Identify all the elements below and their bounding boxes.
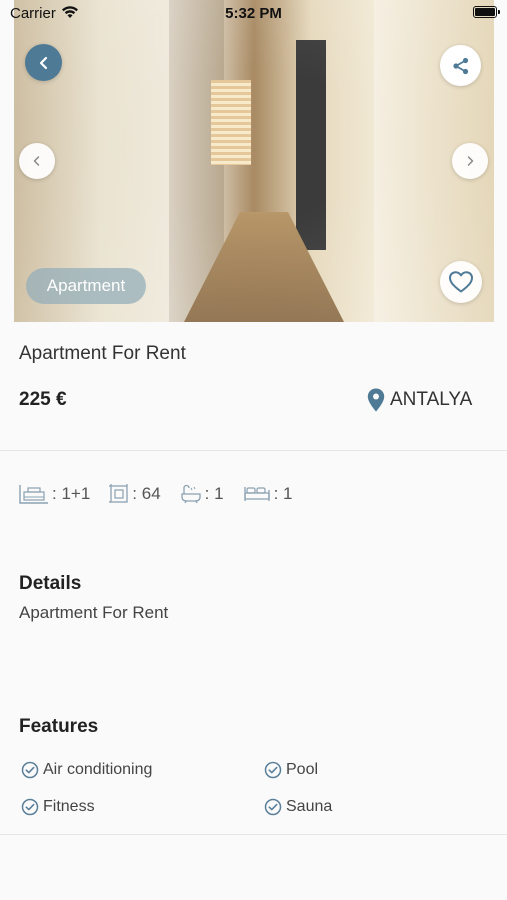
chevron-right-icon bbox=[467, 156, 474, 166]
spec-bedrooms-value: : 1 bbox=[273, 484, 293, 503]
spec-rooms: : 1+1 bbox=[19, 484, 90, 504]
bed-icon bbox=[243, 487, 270, 501]
check-circle-icon bbox=[264, 798, 282, 816]
feature-label: Fitness bbox=[43, 798, 95, 815]
features-heading: Features bbox=[19, 716, 99, 737]
divider bbox=[0, 450, 507, 451]
check-circle-icon bbox=[21, 798, 39, 816]
next-photo-button[interactable] bbox=[452, 143, 488, 179]
battery-icon bbox=[473, 6, 500, 18]
details-heading: Details bbox=[19, 573, 82, 594]
share-icon bbox=[452, 57, 468, 74]
details-text: Apartment For Rent bbox=[19, 603, 169, 622]
feature-label: Sauna bbox=[286, 798, 333, 815]
listing-price: 225 € bbox=[19, 389, 67, 410]
bathtub-icon bbox=[181, 484, 201, 504]
listing-title: Apartment For Rent bbox=[19, 343, 186, 364]
spec-bathrooms: : 1 bbox=[180, 484, 224, 504]
specs-row: : 1+1 : 64 : 1 : 1 bbox=[19, 484, 311, 504]
room-layout-icon bbox=[19, 485, 48, 504]
divider bbox=[0, 834, 507, 835]
feature-item: Fitness bbox=[21, 798, 95, 816]
previous-photo-button[interactable] bbox=[19, 143, 55, 179]
chevron-left-icon bbox=[33, 156, 40, 166]
status-bar: Carrier 5:32 PM bbox=[0, 0, 507, 28]
heart-icon bbox=[449, 271, 473, 293]
location-label: ANTALYA bbox=[390, 389, 473, 410]
share-button[interactable] bbox=[440, 45, 481, 86]
feature-item: Pool bbox=[264, 761, 318, 779]
feature-label: Air conditioning bbox=[43, 761, 153, 778]
spec-area: : 64 bbox=[109, 484, 161, 504]
area-icon bbox=[109, 484, 128, 503]
clock: 5:32 PM bbox=[225, 5, 282, 22]
spec-bedrooms: : 1 bbox=[243, 484, 293, 504]
back-button[interactable] bbox=[25, 44, 62, 81]
spec-area-value: : 64 bbox=[132, 484, 161, 503]
check-circle-icon bbox=[264, 761, 282, 779]
favorite-button[interactable] bbox=[440, 261, 482, 303]
spec-bathrooms-value: : 1 bbox=[204, 484, 224, 503]
category-badge: Apartment bbox=[26, 268, 146, 304]
location-pin-icon bbox=[367, 388, 385, 412]
listing-location: ANTALYA bbox=[367, 388, 472, 412]
feature-item: Air conditioning bbox=[21, 761, 152, 779]
category-label: Apartment bbox=[46, 276, 126, 295]
check-circle-icon bbox=[21, 761, 39, 779]
chevron-left-icon bbox=[39, 56, 47, 69]
feature-label: Pool bbox=[286, 761, 319, 778]
feature-item: Sauna bbox=[264, 798, 332, 816]
spec-rooms-value: : 1+1 bbox=[52, 484, 91, 503]
